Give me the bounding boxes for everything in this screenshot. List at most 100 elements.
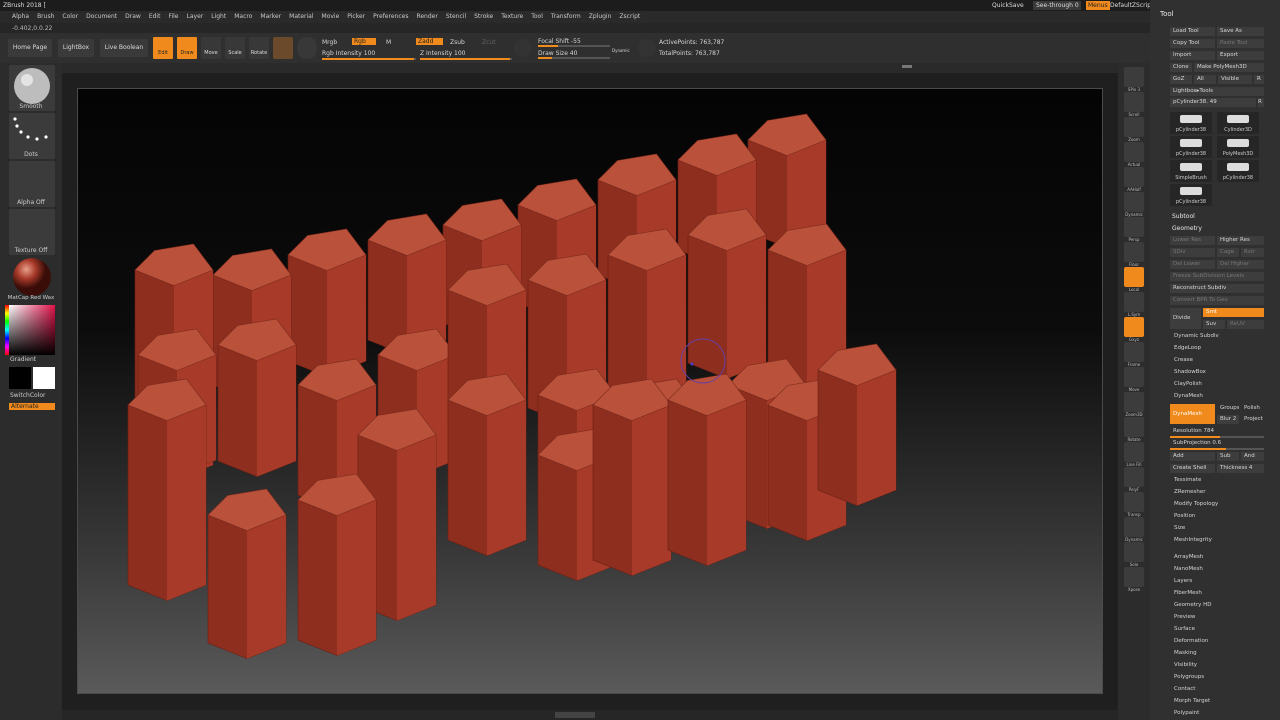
rgb-intensity-slider[interactable]: Rgb Intensity 100 <box>322 50 375 57</box>
blur-slider[interactable]: Blur 2 <box>1217 415 1239 424</box>
section-visibility[interactable]: Visibility <box>1174 662 1197 668</box>
tool-thumbnail[interactable]: pCylinder38 <box>1170 136 1212 158</box>
menu-brush[interactable]: Brush <box>33 11 58 23</box>
view-spix-3-button[interactable] <box>1124 67 1144 87</box>
move-button[interactable]: Move <box>201 37 221 59</box>
modify-topology-section[interactable]: Modify Topology <box>1174 501 1218 507</box>
section-contact[interactable]: Contact <box>1174 686 1195 692</box>
current-tool-r[interactable]: R <box>1258 98 1264 107</box>
rgb-intensity-track[interactable] <box>322 58 416 60</box>
section-preview[interactable]: Preview <box>1174 614 1195 620</box>
home-page-button[interactable]: Home Page <box>8 39 52 57</box>
subprojection-slider[interactable]: SubProjection 0.6 <box>1170 439 1264 448</box>
menus-toggle[interactable]: Menus <box>1086 1 1110 10</box>
view-transp-button[interactable] <box>1124 492 1144 512</box>
menu-tool[interactable]: Tool <box>527 11 547 23</box>
view-frame-button[interactable] <box>1124 342 1144 362</box>
position-section[interactable]: Position <box>1174 513 1195 519</box>
tool-thumbnail[interactable]: pCylinder38 <box>1217 160 1259 182</box>
z-intensity-slider[interactable]: Z Intensity 100 <box>420 50 466 57</box>
hex-column[interactable] <box>447 373 527 556</box>
switchcolor-button[interactable]: SwitchColor <box>0 392 62 399</box>
view-gxyz-button[interactable] <box>1124 317 1144 337</box>
menu-movie[interactable]: Movie <box>318 11 344 23</box>
subtool-section[interactable]: Subtool <box>1172 213 1195 220</box>
menu-layer[interactable]: Layer <box>183 11 208 23</box>
menu-zscript[interactable]: Zscript <box>615 11 644 23</box>
menu-macro[interactable]: Macro <box>230 11 256 23</box>
canvas-bottom-handle[interactable] <box>555 712 595 718</box>
hex-column[interactable] <box>607 228 687 403</box>
menu-stencil[interactable]: Stencil <box>442 11 470 23</box>
hex-column[interactable] <box>127 378 207 601</box>
zcut-toggle[interactable]: Zcut <box>482 39 496 46</box>
menu-preferences[interactable]: Preferences <box>369 11 412 23</box>
document-canvas[interactable] <box>77 88 1103 694</box>
draw-button[interactable]: Draw <box>177 37 197 59</box>
secondary-color-swatch[interactable] <box>9 367 31 389</box>
menu-light[interactable]: Light <box>207 11 230 23</box>
edit-button[interactable]: Edit <box>153 37 173 59</box>
hex-column[interactable] <box>287 228 367 377</box>
crease-section[interactable]: Crease <box>1174 357 1193 363</box>
default-zscript-button[interactable]: DefaultZScript <box>1110 1 1153 10</box>
goz-button[interactable]: GoZ <box>1170 75 1192 84</box>
view-persp-button[interactable] <box>1124 217 1144 237</box>
save-as-button[interactable]: Save As <box>1217 27 1264 36</box>
menu-render[interactable]: Render <box>412 11 441 23</box>
load-tool-button[interactable]: Load Tool <box>1170 27 1215 36</box>
hex-column[interactable] <box>217 318 297 477</box>
section-layers[interactable]: Layers <box>1174 578 1192 584</box>
tessimate-section[interactable]: Tessimate <box>1174 477 1201 483</box>
view-actual-button[interactable] <box>1124 142 1144 162</box>
current-tool-slider[interactable]: pCylinder38. 49 <box>1170 98 1256 107</box>
tool-thumbnail[interactable]: Cylinder3D <box>1217 112 1259 134</box>
menu-edit[interactable]: Edit <box>145 11 165 23</box>
gradient-label[interactable]: Gradient <box>0 356 62 363</box>
menu-material[interactable]: Material <box>285 11 317 23</box>
dynamesh-button[interactable]: DynaMesh <box>1170 404 1215 424</box>
zsub-toggle[interactable]: Zsub <box>450 39 465 46</box>
r-button[interactable]: R <box>1254 75 1264 84</box>
sub-toggle[interactable]: Sub <box>1217 452 1239 461</box>
add-toggle[interactable]: Add <box>1170 452 1215 461</box>
freeze-subdiv-button[interactable]: Freeze SubDivision Levels <box>1170 272 1264 281</box>
focal-shift-track[interactable] <box>538 45 610 47</box>
clone-button[interactable]: Clone <box>1170 63 1192 72</box>
convert-bpr-button[interactable]: Convert BPR To Geo <box>1170 296 1264 305</box>
section-polygroups[interactable]: Polygroups <box>1174 674 1204 680</box>
color-picker[interactable] <box>9 305 55 355</box>
view-xpose-button[interactable] <box>1124 567 1144 587</box>
view-move-button[interactable] <box>1124 367 1144 387</box>
visible-button[interactable]: Visible <box>1218 75 1252 84</box>
higher-res-button[interactable]: Higher Res <box>1217 236 1264 245</box>
thickness-slider[interactable]: Thickness 4 <box>1217 464 1264 473</box>
section-nanomesh[interactable]: NanoMesh <box>1174 566 1203 572</box>
tool-thumbnail[interactable]: pCylinder38 <box>1170 184 1212 206</box>
material-swatch-icon[interactable] <box>273 37 293 59</box>
view-aahalf-button[interactable] <box>1124 167 1144 187</box>
tool-thumbnail[interactable]: SimpleBrush <box>1170 160 1212 182</box>
view-rotate-button[interactable] <box>1124 417 1144 437</box>
and-toggle[interactable]: And <box>1241 452 1264 461</box>
z-intensity-track[interactable] <box>420 58 512 60</box>
reconstruct-subdiv-button[interactable]: Reconstruct Subdiv <box>1170 284 1264 293</box>
view-dynamic-button[interactable] <box>1124 192 1144 212</box>
see-through-slider[interactable]: See-through 0 <box>1033 1 1081 10</box>
smt-toggle[interactable]: Smt <box>1203 308 1264 317</box>
view-local-button[interactable] <box>1124 267 1144 287</box>
view-line-fill-button[interactable] <box>1124 442 1144 462</box>
groups-toggle[interactable]: Groups <box>1217 404 1239 413</box>
divide-button[interactable]: Divide <box>1170 308 1201 329</box>
cage-button[interactable]: Cage <box>1217 248 1239 257</box>
section-surface[interactable]: Surface <box>1174 626 1195 632</box>
zremesher-section[interactable]: ZRemesher <box>1174 489 1205 495</box>
sphere-icon[interactable] <box>297 37 317 59</box>
section-fibermesh[interactable]: FiberMesh <box>1174 590 1202 596</box>
copy-tool-button[interactable]: Copy Tool <box>1170 39 1215 48</box>
tool-thumbnail[interactable]: PolyMesh3D <box>1217 136 1259 158</box>
geometry-section[interactable]: Geometry <box>1172 225 1202 232</box>
menu-draw[interactable]: Draw <box>121 11 145 23</box>
suv-toggle[interactable]: Suv <box>1203 320 1225 329</box>
section-geometry-hd[interactable]: Geometry HD <box>1174 602 1212 608</box>
